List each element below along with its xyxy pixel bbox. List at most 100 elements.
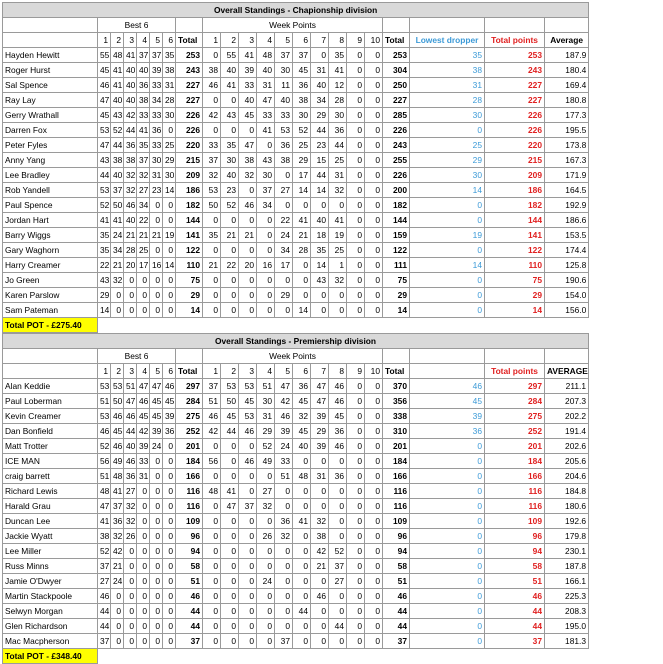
best-score: 0 [136, 302, 150, 318]
week-score: 0 [310, 47, 329, 63]
week-score: 34 [256, 197, 275, 213]
best-score: 41 [110, 62, 124, 78]
week-score: 36 [328, 423, 347, 439]
best-score: 44 [123, 122, 137, 138]
best-score: 46 [136, 393, 150, 409]
player-name: Mac Macpherson [2, 633, 98, 649]
week-score: 0 [238, 573, 257, 589]
week-score: 0 [256, 272, 275, 288]
best-score: 46 [162, 378, 176, 394]
week-col-number: 2 [220, 32, 239, 48]
total-points: 94 [484, 543, 545, 559]
week-score: 39 [274, 423, 293, 439]
best-score: 32 [123, 513, 137, 529]
week-score: 0 [346, 603, 365, 619]
week-score: 0 [310, 603, 329, 619]
best-score: 33 [136, 107, 150, 123]
week-score: 32 [202, 167, 221, 183]
week-score: 48 [256, 47, 275, 63]
best-total: 144 [175, 212, 203, 228]
best-total: 226 [175, 122, 203, 138]
week-score: 0 [256, 287, 275, 303]
best-score: 0 [136, 588, 150, 604]
lowest-dropper: 0 [409, 272, 485, 288]
week-total: 116 [382, 483, 410, 499]
week-score: 0 [328, 528, 347, 544]
player-name: Dan Bonfield [2, 423, 98, 439]
lowest-dropper: 36 [409, 423, 485, 439]
week-score: 0 [256, 633, 275, 649]
week-score: 0 [220, 468, 239, 484]
best-total: 243 [175, 62, 203, 78]
lowest-dropper: 38 [409, 62, 485, 78]
player-name: Paul Spence [2, 197, 98, 213]
week-score: 43 [310, 272, 329, 288]
best-score: 0 [162, 618, 176, 634]
week-score: 29 [310, 423, 329, 439]
week-score: 0 [274, 543, 293, 559]
best-total: 284 [175, 393, 203, 409]
week-score: 55 [220, 47, 239, 63]
week-total: 96 [382, 528, 410, 544]
week-score: 38 [274, 152, 293, 168]
week-score: 40 [292, 438, 311, 454]
best-score: 0 [149, 528, 163, 544]
table-row: Dan Bonfield 46 45 44 42 39 36 252 42 44 46 29 39 45 2… [2, 423, 589, 439]
best-score: 0 [149, 588, 163, 604]
best-score: 31 [162, 77, 176, 93]
total-points: 226 [484, 107, 545, 123]
week-score: 0 [292, 588, 311, 604]
week-score: 0 [346, 287, 365, 303]
week-score: 37 [328, 558, 347, 574]
week-score: 45 [328, 408, 347, 424]
average: 181.3 [544, 633, 589, 649]
week-total: 29 [382, 287, 410, 303]
week-score: 41 [328, 212, 347, 228]
week-score: 0 [256, 302, 275, 318]
best-score: 0 [162, 438, 176, 454]
average: 153.5 [543, 227, 590, 243]
average: 173.8 [543, 137, 590, 153]
week-score: 46 [310, 588, 329, 604]
best-score: 0 [123, 287, 137, 303]
best-score: 47 [136, 378, 150, 394]
week-score: 50 [202, 197, 221, 213]
best-total: 46 [175, 588, 203, 604]
player-name: Gary Waghorn [2, 242, 98, 258]
week-score: 0 [238, 468, 257, 484]
lowest-dropper: 35 [409, 47, 485, 63]
week-score: 0 [202, 603, 221, 619]
week-score: 51 [274, 468, 293, 484]
best-score: 0 [136, 618, 150, 634]
total-points: 297 [484, 378, 545, 394]
week-total: 14 [382, 302, 410, 318]
best-score: 41 [97, 513, 111, 529]
total-points: 253 [484, 47, 545, 63]
week-col-number: 10 [364, 32, 383, 48]
week-score: 19 [328, 227, 347, 243]
lowest-dropper: 45 [409, 393, 485, 409]
best-score: 38 [123, 152, 137, 168]
player-name: Duncan Lee [2, 513, 98, 529]
player-name: Lee Miller [2, 543, 98, 559]
week-score: 0 [202, 498, 221, 514]
best-col-number: 5 [149, 32, 163, 48]
blank-cell [175, 348, 203, 364]
week-total: 44 [382, 603, 410, 619]
week-score: 0 [202, 287, 221, 303]
total-points: 284 [484, 393, 545, 409]
week-score: 47 [238, 137, 257, 153]
best-score: 0 [162, 573, 176, 589]
best-total: 253 [175, 47, 203, 63]
best-score: 30 [149, 152, 163, 168]
best-score: 51 [123, 378, 137, 394]
best-score: 53 [97, 408, 111, 424]
average: 202.6 [544, 438, 589, 454]
best-total: 297 [175, 378, 203, 394]
player-name: Richard Lewis [2, 483, 98, 499]
best-total: 14 [175, 302, 203, 318]
average: 211.1 [544, 378, 589, 394]
week-score: 0 [220, 618, 239, 634]
week-score: 34 [310, 92, 329, 108]
week-score: 46 [238, 423, 257, 439]
